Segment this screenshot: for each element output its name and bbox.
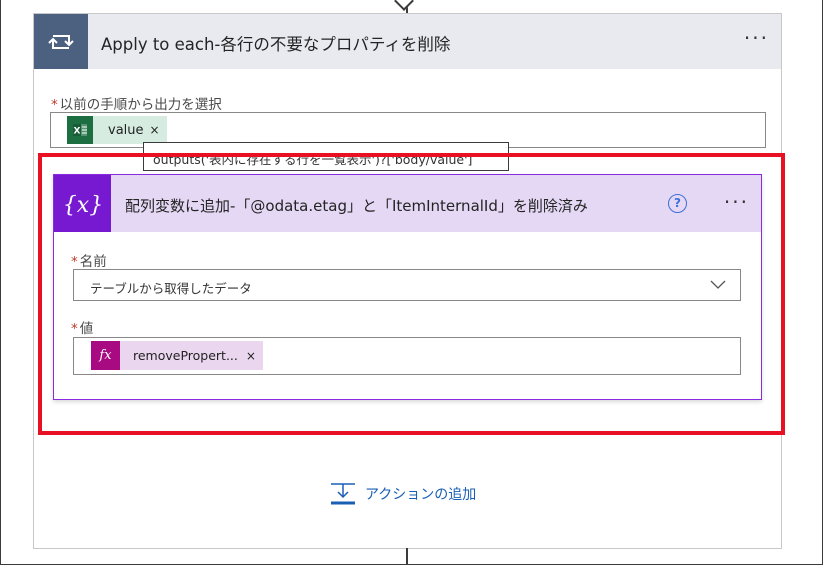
required-mark: * — [71, 254, 78, 270]
expression-token[interactable]: fx removePropert... × — [91, 341, 263, 370]
value-label: * 値 — [71, 317, 93, 337]
add-action-icon — [331, 483, 355, 505]
value-token-remove-button[interactable]: × — [150, 123, 167, 137]
add-action-button[interactable]: アクションの追加 — [330, 482, 476, 506]
name-label: * 名前 — [71, 250, 107, 270]
svg-text:{x}: {x} — [63, 193, 103, 218]
flow-arrow-down-icon — [394, 0, 414, 11]
frame-left-edge — [0, 0, 1, 565]
excel-icon: X — [67, 116, 93, 144]
svg-text:X: X — [74, 127, 81, 137]
select-output-label-text: 以前の手順から出力を選択 — [59, 97, 222, 113]
loop-more-options-button[interactable]: ··· — [744, 26, 769, 50]
apply-to-each-title: Apply to each-各行の不要なプロパティを削除 — [101, 35, 451, 54]
expression-token-label: removePropert... — [133, 348, 238, 363]
select-output-label: * 以前の手順から出力を選択 — [51, 93, 222, 113]
add-action-label: アクションの追加 — [365, 487, 477, 503]
append-to-array-title: 配列変数に追加-「@odata.etag」と「ItemInternalId」を削… — [125, 197, 588, 215]
name-dropdown[interactable]: テーブルから取得したデータ — [73, 269, 741, 301]
fx-icon: fx — [91, 341, 120, 370]
name-label-text: 名前 — [79, 254, 107, 270]
flow-connector-bottom — [406, 548, 408, 565]
append-to-array-card: {x} 配列変数に追加-「@odata.etag」と「ItemInternalI… — [53, 174, 762, 400]
apply-to-each-header[interactable]: Apply to each-各行の不要なプロパティを削除 ··· — [34, 14, 781, 69]
name-dropdown-value: テーブルから取得したデータ — [90, 281, 252, 296]
loop-icon — [34, 14, 88, 69]
required-mark: * — [51, 97, 58, 113]
append-to-array-header[interactable]: {x} 配列変数に追加-「@odata.etag」と「ItemInternalI… — [54, 175, 761, 232]
value-token[interactable]: X value × — [67, 116, 167, 144]
value-label-text: 値 — [79, 321, 94, 337]
value-input[interactable]: fx removePropert... × — [73, 337, 741, 375]
required-mark: * — [71, 321, 78, 337]
action-more-options-button[interactable]: ··· — [724, 190, 749, 214]
expression-token-remove-button[interactable]: × — [246, 349, 263, 363]
help-icon[interactable]: ? — [668, 194, 687, 213]
value-token-label: value — [108, 122, 144, 138]
variable-icon: {x} — [54, 175, 111, 232]
chevron-down-icon — [710, 280, 726, 289]
